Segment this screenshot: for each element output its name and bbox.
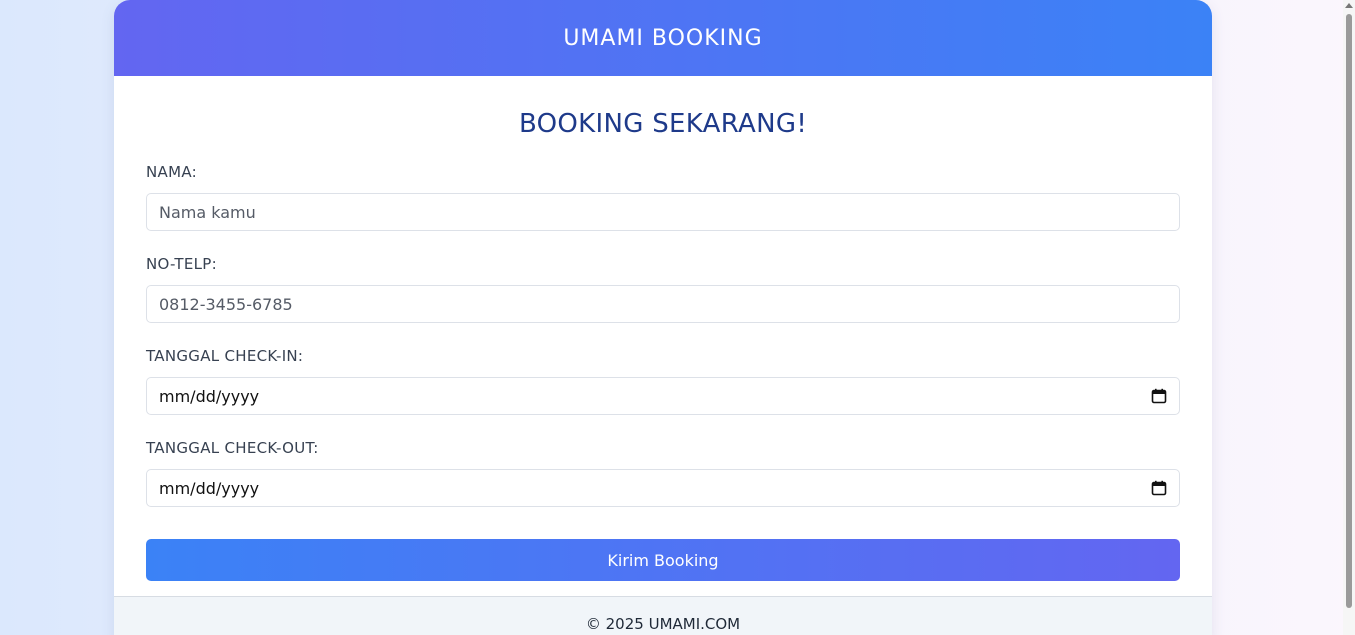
submit-booking-button[interactable]: Kirim Booking [146, 539, 1180, 581]
check-out-value: mm/dd/yyyy [159, 478, 260, 498]
no-telp-label: NO-TELP: [146, 255, 217, 273]
nama-label: NAMA: [146, 163, 197, 181]
booking-card: UMAMI BOOKING BOOKING SEKARANG! NAMA: Na… [114, 0, 1212, 635]
field-check-out: TANGGAL CHECK-OUT: mm/dd/yyyy [146, 439, 1180, 507]
booking-form: BOOKING SEKARANG! NAMA: Nama kamu NO-TEL… [114, 76, 1212, 581]
form-title: BOOKING SEKARANG! [518, 109, 808, 139]
field-check-in: TANGGAL CHECK-IN: mm/dd/yyyy [146, 347, 1180, 415]
check-in-label: TANGGAL CHECK-IN: [146, 347, 304, 365]
scroll-up-icon[interactable] [1345, 3, 1353, 8]
no-telp-placeholder: 0812-3455-6785 [159, 294, 293, 314]
nama-placeholder: Nama kamu [159, 202, 256, 222]
footer-copyright: © 2025 UMAMI.COM [585, 615, 741, 633]
card-header: UMAMI BOOKING [114, 0, 1212, 76]
field-nama: NAMA: Nama kamu [146, 163, 1180, 231]
card-footer: © 2025 UMAMI.COM [114, 596, 1212, 635]
field-no-telp: NO-TELP: 0812-3455-6785 [146, 255, 1180, 323]
calendar-icon[interactable] [1151, 388, 1167, 404]
scrollbar-thumb[interactable] [1346, 14, 1352, 608]
app-title: UMAMI BOOKING [563, 25, 763, 51]
nama-input[interactable]: Nama kamu [146, 193, 1180, 231]
no-telp-input[interactable]: 0812-3455-6785 [146, 285, 1180, 323]
calendar-icon[interactable] [1151, 480, 1167, 496]
check-in-value: mm/dd/yyyy [159, 386, 260, 406]
check-out-date-input[interactable]: mm/dd/yyyy [146, 469, 1180, 507]
check-out-label: TANGGAL CHECK-OUT: [146, 439, 319, 457]
check-in-date-input[interactable]: mm/dd/yyyy [146, 377, 1180, 415]
page-scrollbar[interactable] [1343, 0, 1355, 635]
